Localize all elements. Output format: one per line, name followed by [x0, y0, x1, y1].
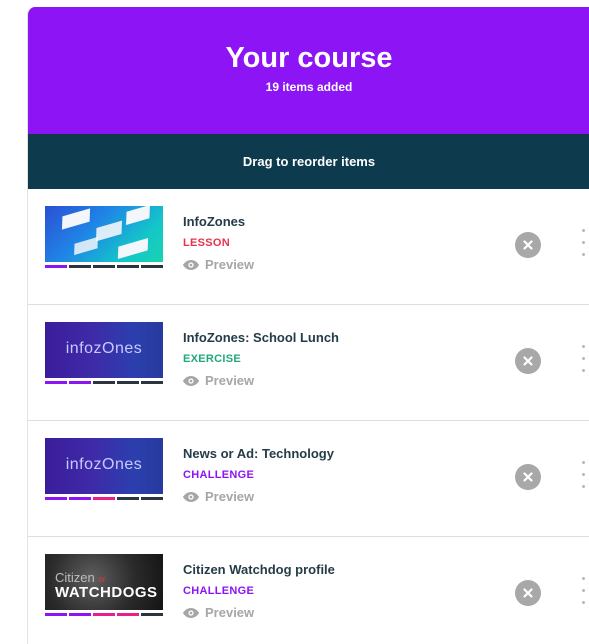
course-panel: Your course 19 items added Drag to reord… [27, 7, 589, 644]
reorder-hint-bar: Drag to reorder items [28, 134, 589, 189]
preview-label: Preview [205, 373, 255, 388]
remove-item-button[interactable] [515, 232, 541, 258]
preview-label: Preview [205, 489, 255, 504]
thumbnail-logo-text: infozOnes [65, 456, 143, 473]
item-type-badge: LESSON [183, 237, 231, 249]
item-title[interactable]: InfoZones: School Lunch [183, 330, 339, 345]
thumbnail-logo-text: infozOnes [65, 340, 143, 357]
course-item[interactable]: InfoZones LESSON Preview [28, 189, 589, 305]
preview-link[interactable]: Preview [183, 373, 339, 388]
eye-icon [183, 375, 199, 386]
thumbnail-text-bottom: WATCHDOGS [55, 584, 158, 601]
item-progress [45, 381, 163, 384]
item-type-badge: CHALLENGE [183, 585, 255, 597]
close-icon [523, 356, 533, 366]
course-item[interactable]: infozOnes News or Ad: Technology CHALLEN… [28, 421, 589, 537]
course-item[interactable]: infozOnes InfoZones: School Lunch EXERCI… [28, 305, 589, 421]
close-icon [523, 240, 533, 250]
preview-label: Preview [205, 257, 255, 272]
close-icon [523, 588, 533, 598]
item-thumbnail[interactable] [45, 206, 163, 262]
course-title: Your course [225, 42, 393, 74]
remove-item-button[interactable] [515, 580, 541, 606]
drag-handle-icon[interactable] [581, 577, 587, 613]
item-title[interactable]: Citizen Watchdog profile [183, 562, 335, 577]
course-header: Your course 19 items added [28, 7, 589, 134]
item-type-badge: CHALLENGE [183, 469, 255, 481]
preview-link[interactable]: Preview [183, 257, 254, 272]
item-title[interactable]: InfoZones [183, 214, 254, 229]
item-title[interactable]: News or Ad: Technology [183, 446, 334, 461]
item-progress [45, 497, 163, 500]
item-thumbnail[interactable]: infozOnes [45, 438, 163, 494]
items-count: 19 items added [265, 80, 353, 94]
preview-link[interactable]: Preview [183, 605, 335, 620]
item-type-badge: EXERCISE [183, 353, 242, 365]
reorder-hint-label: Drag to reorder items [242, 154, 376, 169]
drag-handle-icon[interactable] [581, 345, 587, 381]
remove-item-button[interactable] [515, 348, 541, 374]
eye-icon [183, 491, 199, 502]
drag-handle-icon[interactable] [581, 229, 587, 265]
eye-icon [183, 259, 199, 270]
remove-item-button[interactable] [515, 464, 541, 490]
course-item[interactable]: Citizen or WATCHDOGS Citizen Watchdog pr… [28, 537, 589, 644]
eye-icon [183, 607, 199, 618]
close-icon [523, 472, 533, 482]
item-progress [45, 265, 163, 268]
item-progress [45, 613, 163, 616]
preview-link[interactable]: Preview [183, 489, 334, 504]
item-thumbnail[interactable]: Citizen or WATCHDOGS [45, 554, 163, 610]
drag-handle-icon[interactable] [581, 461, 587, 497]
preview-label: Preview [205, 605, 255, 620]
item-thumbnail[interactable]: infozOnes [45, 322, 163, 378]
thumbnail-text-top: Citizen or [55, 570, 106, 585]
